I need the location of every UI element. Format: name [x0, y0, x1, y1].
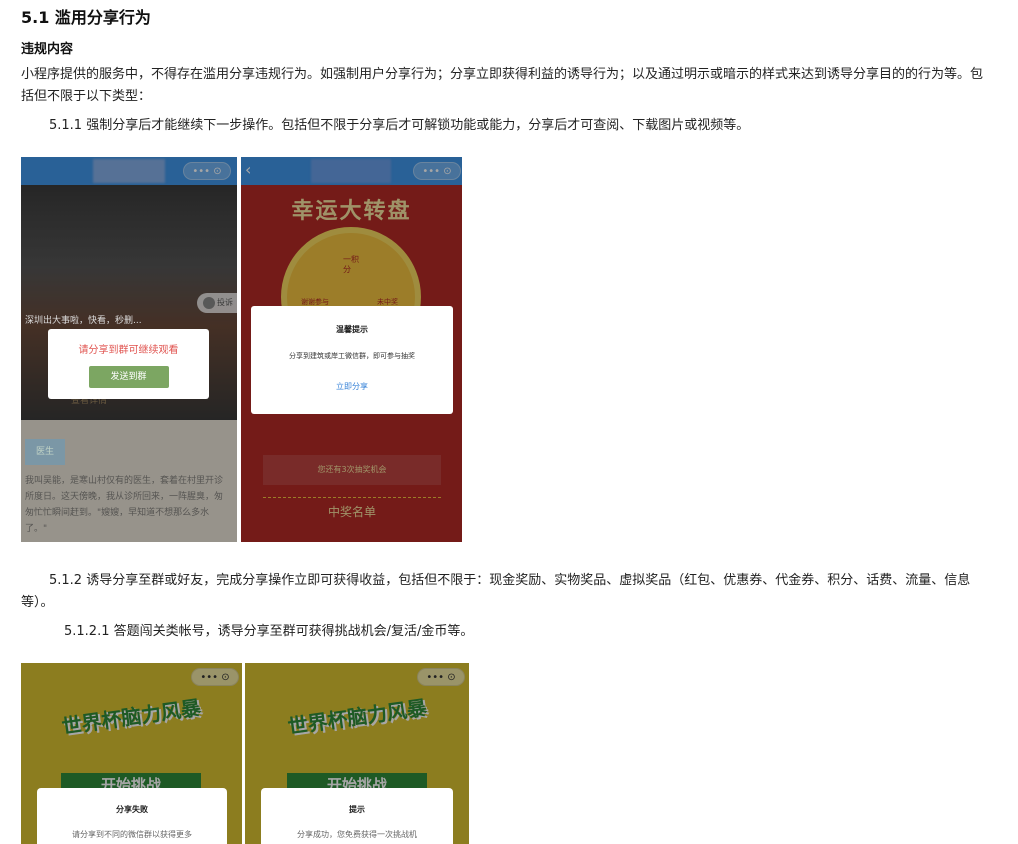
- share-dialog: 请分享到群可继续观看 发送到群: [48, 329, 209, 399]
- intro-paragraph: 小程序提供的服务中，不得存在滥用分享违规行为。如强制用户分享行为；分享立即获得利…: [21, 67, 984, 104]
- article-text: 我叫吴能，是寒山村仅有的医生，套着在村里开诊所度日。这天傍晚，我从诊所回来，一阵…: [25, 476, 224, 534]
- share-now-link[interactable]: 立即分享: [251, 381, 453, 392]
- item-5-1-1: 5.1.1 强制分享后才能继续下一步操作。包括但不限于分享后才可解锁功能或能力，…: [49, 118, 750, 133]
- screenshot-quiz-share-success: ••• ⊙ 世界杯脑力风暴 开始挑战 提示 分享成功，您免费获得一次挑战机: [245, 663, 469, 844]
- dialog-text: 请分享到不同的微信群以获得更多: [72, 830, 192, 839]
- share-success-dialog: 提示 分享成功，您免费获得一次挑战机: [261, 788, 453, 844]
- section-heading: 5.1 滥用分享行为: [21, 8, 151, 27]
- news-caption: 深圳出大事啦，快看，秒删...: [25, 316, 142, 326]
- send-to-group-button[interactable]: 发送到群: [88, 366, 169, 388]
- reminder-dialog: 温馨提示 分享到建筑或岸工微信群，即可参与抽奖 立即分享: [251, 306, 453, 414]
- screenshot-lucky-wheel: ‹ ••• ⊙ 幸运大转盘 一积分 谢谢参与 未中奖 您还有3次抽奖机会 中奖名…: [241, 157, 462, 542]
- item-5-1-2-1: 5.1.2.1 答题闯关类帐号，诱导分享至群可获得挑战机会/复活/金币等。: [64, 624, 474, 639]
- tag-badge: 医生: [25, 439, 65, 465]
- dialog-title: 分享失败: [116, 805, 148, 814]
- dialog-title: 提示: [349, 805, 365, 814]
- share-failed-dialog: 分享失败 请分享到不同的微信群以获得更多: [37, 788, 227, 844]
- subsection-heading: 违规内容: [21, 42, 74, 57]
- item-5-1-2: 5.1.2 诱导分享至群或好友，完成分享操作立即可获得收益，包括但不限于：现金奖…: [21, 573, 971, 610]
- dialog-text: 分享成功，您免费获得一次挑战机: [297, 830, 417, 839]
- screenshot-forced-share: ••• ⊙ 投诉 深圳出大事啦，快看，秒删... 查看详情 医生 我叫吴能，是寒…: [21, 157, 237, 542]
- dialog-title: 请分享到群可继续观看: [78, 345, 179, 356]
- dialog-title: 温馨提示: [336, 325, 368, 334]
- screenshot-quiz-share-failed: ••• ⊙ 世界杯脑力风暴 开始挑战 分享失败 请分享到不同的微信群以获得更多: [21, 663, 242, 844]
- dialog-text: 分享到建筑或岸工微信群，即可参与抽奖: [289, 352, 415, 360]
